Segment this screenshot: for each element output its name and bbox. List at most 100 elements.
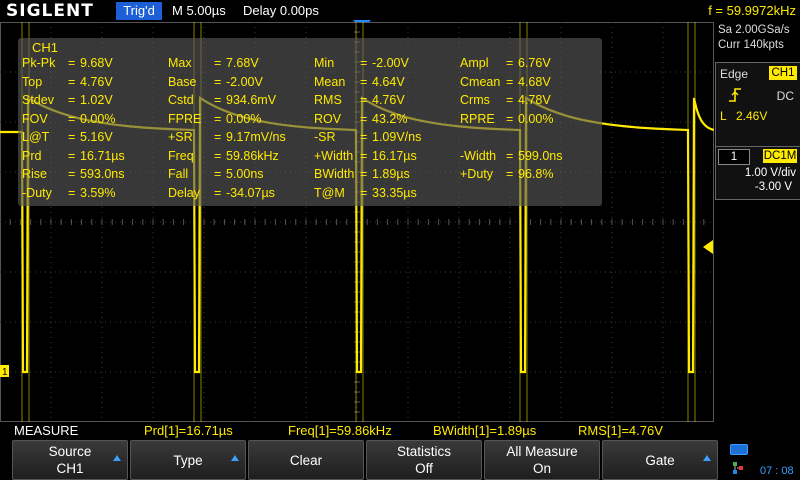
measurement-value: 43.2% — [372, 111, 408, 126]
measure-menu-title: MEASURE — [14, 423, 79, 438]
measurement-name: ROV — [314, 111, 342, 126]
measurement-item: ROV = 43.2% — [314, 112, 407, 126]
ground-marker-label: 1 — [2, 367, 8, 378]
equals-sign: = — [214, 130, 222, 144]
memory-depth-readout: Curr 140kpts — [718, 39, 784, 51]
top-status-bar: SIGLENT Trig'd M 5.00µs Delay 0.00ps f =… — [0, 0, 800, 22]
softkey-label: Gate — [645, 453, 675, 468]
equals-sign: = — [360, 185, 368, 200]
equals-sign: = — [214, 93, 222, 107]
measurement-name: +Width — [314, 148, 354, 163]
measure-strip-item: BWidth[1]=1.89µs — [433, 423, 537, 438]
measurement-item: Cstd = 934.6mV — [168, 93, 276, 107]
trigger-level-value: 2.46V — [736, 109, 768, 123]
measurement-row: Stdev = 1.02V Cstd = 934.6mV RMS = 4.76V Crms = 4.7… — [22, 93, 602, 110]
measurement-name: Min — [314, 56, 335, 70]
measurement-value: 9.68V — [80, 56, 113, 70]
measurement-value: 4.78V — [518, 93, 551, 107]
equals-sign: = — [68, 130, 76, 144]
equals-sign: = — [68, 148, 76, 163]
trigger-level-marker-icon — [703, 240, 713, 254]
measurement-item: L@T = 5.16V — [22, 130, 113, 144]
measure-strip-item: Freq[1]=59.86kHz — [288, 423, 392, 438]
measurement-value: 6.76V — [518, 56, 551, 70]
statistics-softkey[interactable]: Statistics Off — [366, 440, 482, 480]
measurement-name: T@M — [314, 185, 345, 200]
equals-sign: = — [214, 185, 222, 200]
measurement-name: Pk-Pk — [22, 56, 56, 70]
measurement-name: Stdev — [22, 93, 54, 107]
equals-sign: = — [360, 167, 368, 181]
measurement-name: Top — [22, 74, 43, 89]
measurement-value: 16.17µs — [372, 148, 417, 163]
channel-info-box[interactable]: 1 DC1M 1.00 V/div -3.00 V — [715, 146, 800, 200]
measurement-name: +SR — [168, 130, 193, 144]
measurement-item: -SR = 1.09V/ns — [314, 130, 421, 144]
measurement-item: Max = 7.68V — [168, 56, 259, 70]
rising-edge-icon — [729, 88, 741, 102]
measurement-item: Rise = 593.0ns — [22, 167, 124, 181]
measurement-name: -SR — [314, 130, 336, 144]
measurement-value: 1.89µs — [372, 167, 410, 181]
measurement-item: BWidth = 1.89µs — [314, 167, 410, 181]
frequency-readout: f = 59.9972kHz — [708, 3, 796, 18]
measurement-name: L@T — [22, 130, 50, 144]
gate-softkey[interactable]: Gate — [602, 440, 718, 480]
equals-sign: = — [360, 111, 368, 126]
measurement-name: Base — [168, 74, 197, 89]
softkey-value: On — [532, 461, 551, 476]
equals-sign: = — [506, 111, 514, 126]
clear-softkey[interactable]: Clear — [248, 440, 364, 480]
all-measure-softkey[interactable]: All Measure On — [484, 440, 600, 480]
measurement-value: 599.0ns — [518, 148, 563, 163]
equals-sign: = — [360, 56, 368, 70]
up-arrow-icon — [113, 455, 121, 461]
measurement-name: Delay — [168, 185, 200, 200]
source-softkey[interactable]: Source CH1 — [12, 440, 128, 480]
measurement-value: 0.00% — [80, 111, 116, 126]
measurement-name: FOV — [22, 111, 48, 126]
measurement-item: Ampl = 6.76V — [460, 56, 551, 70]
type-softkey[interactable]: Type — [130, 440, 246, 480]
measurement-value: 4.68V — [518, 74, 551, 89]
measurement-value: 1.09V/ns — [372, 130, 422, 144]
measurement-value: 96.8% — [518, 167, 554, 181]
measurement-value: 4.76V — [80, 74, 113, 89]
softkey-label: Clear — [289, 453, 323, 468]
softkey-value: CH1 — [56, 461, 84, 476]
measurement-item: Crms = 4.78V — [460, 93, 551, 107]
measurement-name: BWidth — [314, 167, 355, 181]
waveform-display[interactable]: 1 CH1 Pk-Pk = 9.68V Max = 7.68V Min = -2.00V Ampl… — [0, 22, 714, 422]
measurement-name: -Width — [460, 148, 497, 163]
measurement-value: 0.00% — [226, 111, 262, 126]
measurement-panel: CH1 Pk-Pk = 9.68V Max = 7.68V Min = -2.00V Ampl = 6… — [18, 38, 602, 206]
measurement-item: +SR = 9.17mV/ns — [168, 130, 286, 144]
measurement-name: Prd — [22, 148, 42, 163]
measurement-value: -34.07µs — [226, 185, 275, 200]
measurement-item: Fall = 5.00ns — [168, 167, 264, 181]
measurement-item: +Width = 16.17µs — [314, 149, 417, 163]
measurement-name: Mean — [314, 74, 346, 89]
measurement-value: 33.35µs — [372, 185, 417, 200]
measurement-item: FPRE = 0.00% — [168, 112, 261, 126]
measurement-value: 59.86kHz — [226, 148, 279, 163]
trigger-level-label: L — [720, 109, 727, 123]
equals-sign: = — [506, 56, 514, 70]
measurement-value: 3.59% — [80, 185, 116, 200]
equals-sign: = — [214, 74, 222, 89]
measure-strip-item: Prd[1]=16.71µs — [144, 423, 233, 438]
measurement-value: -2.00V — [372, 56, 409, 70]
softkey-bar: Source CH1 Type Clear Statistics Off All… — [0, 440, 718, 480]
measurement-name: Rise — [22, 167, 48, 181]
measurement-item: -Width = 599.0ns — [460, 149, 562, 163]
trigger-coupling: DC — [776, 89, 794, 103]
trigger-info-box[interactable]: Edge CH1 DC L 2.46V — [715, 62, 800, 156]
equals-sign: = — [360, 148, 368, 163]
measurement-item: T@M = 33.35µs — [314, 186, 417, 200]
measurement-row: Top = 4.76V Base = -2.00V Mean = 4.64V Cmean = 4.68… — [22, 75, 602, 92]
equals-sign: = — [68, 93, 76, 107]
measurement-row: Rise = 593.0ns Fall = 5.00ns BWidth = 1.89µs +Dut… — [22, 167, 602, 184]
measurement-value: 934.6mV — [226, 93, 277, 107]
measurement-value: 4.64V — [372, 74, 405, 89]
equals-sign: = — [506, 74, 514, 89]
